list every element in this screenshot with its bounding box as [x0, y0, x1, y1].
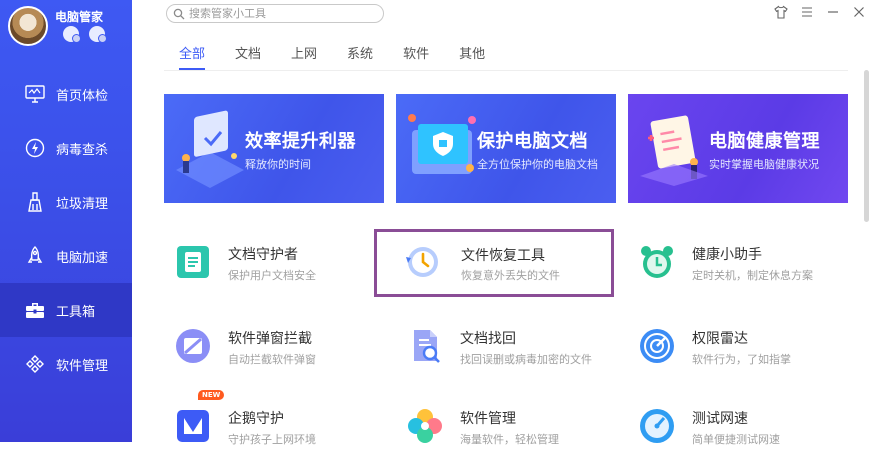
sidebar-item-label: 病毒查杀	[56, 142, 109, 158]
sidebar-item-junk-clean[interactable]: 垃圾清理	[0, 175, 132, 229]
tool-desc: 海量软件，轻松管理	[460, 433, 559, 446]
monitor-icon	[24, 83, 46, 105]
sidebar-item-toolbox[interactable]: 工具箱	[0, 283, 132, 337]
tab-other[interactable]: 其他	[459, 43, 485, 70]
search-box[interactable]	[166, 4, 384, 23]
radar-icon	[638, 327, 676, 365]
account-badges	[63, 26, 107, 43]
close-button[interactable]	[850, 2, 868, 22]
tool-desc: 守护孩子上网环境	[228, 433, 316, 446]
sidebar-item-label: 软件管理	[56, 358, 109, 374]
search-icon	[173, 8, 185, 19]
lightning-shield-icon	[24, 137, 46, 159]
penguin-shield-icon	[174, 407, 212, 445]
tab-software[interactable]: 软件	[403, 43, 429, 70]
document-protect-illustration-icon	[408, 114, 476, 174]
document-search-icon	[406, 327, 444, 365]
banner-title: 电脑健康管理	[709, 131, 820, 152]
tool-speed-test[interactable]: 测试网速 简单便捷测试网速	[628, 396, 856, 456]
software-grid-icon	[24, 353, 46, 375]
search-input[interactable]	[189, 7, 379, 20]
banner-title: 保护电脑文档	[477, 131, 588, 152]
alarm-clock-icon	[638, 243, 676, 281]
broom-icon	[24, 191, 46, 213]
banner-subtitle: 实时掌握电脑健康状况	[709, 158, 819, 171]
menu-button[interactable]	[798, 2, 816, 22]
tool-name: 软件弹窗拦截	[228, 331, 312, 347]
sidebar-item-home-check[interactable]: 首页体检	[0, 67, 132, 121]
tool-software-manager[interactable]: 软件管理 海量软件，轻松管理	[396, 396, 624, 456]
tool-file-restore[interactable]: 文件恢复工具 恢复意外丢失的文件	[374, 229, 614, 297]
avatar[interactable]	[8, 6, 48, 46]
banner-title: 效率提升利器	[245, 131, 356, 152]
tool-permission-radar[interactable]: 权限雷达 软件行为，了如指掌	[628, 316, 856, 376]
brand: 电脑管家	[8, 6, 132, 46]
speedometer-icon	[638, 407, 676, 445]
tool-popup-block[interactable]: 软件弹窗拦截 自动拦截软件弹窗	[164, 316, 392, 376]
health-illustration-icon	[640, 115, 708, 186]
banner-subtitle: 释放你的时间	[245, 158, 311, 171]
minimize-icon	[828, 11, 838, 13]
sidebar-item-label: 电脑加速	[56, 250, 109, 266]
close-icon	[854, 7, 864, 17]
tool-desc: 软件行为，了如指掌	[692, 353, 791, 366]
menu-icon	[802, 7, 812, 17]
tool-name: 测试网速	[692, 411, 748, 427]
tool-desc: 定时关机，制定休息方案	[692, 269, 813, 282]
tool-desc: 找回误删或病毒加密的文件	[460, 353, 592, 366]
sidebar-item-label: 首页体检	[56, 88, 109, 104]
tab-system[interactable]: 系统	[347, 43, 373, 70]
skin-button[interactable]	[772, 2, 790, 22]
sidebar-item-label: 垃圾清理	[56, 196, 109, 212]
tab-all[interactable]: 全部	[179, 43, 206, 70]
banner-health[interactable]: 电脑健康管理 实时掌握电脑健康状况	[628, 94, 848, 203]
tool-desc: 保护用户文档安全	[228, 269, 316, 282]
sidebar-nav: 首页体检 病毒查杀 垃圾清理 电脑加速 工具箱 软件管理	[0, 67, 132, 391]
category-tabs: 全部 文档 上网 系统 软件 其他	[179, 43, 515, 70]
tool-document-recovery[interactable]: 文档找回 找回误删或病毒加密的文件	[396, 316, 624, 376]
tool-name: 软件管理	[460, 411, 516, 427]
tab-documents[interactable]: 文档	[235, 43, 261, 70]
banner-protect-docs[interactable]: 保护电脑文档 全方位保护你的电脑文档	[396, 94, 616, 203]
tool-desc: 恢复意外丢失的文件	[461, 269, 560, 282]
banner-subtitle: 全方位保护你的电脑文档	[477, 158, 598, 171]
banner-efficiency[interactable]: 效率提升利器 释放你的时间	[164, 94, 384, 203]
scrollbar[interactable]	[864, 70, 869, 222]
popup-block-icon	[174, 327, 212, 365]
tool-name: 企鹅守护	[228, 411, 284, 427]
rocket-icon	[24, 245, 46, 267]
efficiency-illustration-icon	[176, 110, 244, 188]
clover-icon	[406, 407, 444, 445]
file-restore-clock-icon	[403, 243, 441, 281]
sidebar: 电脑管家 首页体检 病毒查杀 垃圾清理 电脑加速 工具箱 软件管理	[0, 0, 132, 442]
tool-desc: 简单便捷测试网速	[692, 433, 780, 446]
tool-name: 文件恢复工具	[461, 248, 545, 264]
level-badge-icon[interactable]	[89, 26, 107, 43]
window-controls	[772, 2, 868, 22]
tool-name: 文档找回	[460, 331, 516, 347]
tool-desc: 自动拦截软件弹窗	[228, 353, 316, 366]
tab-internet[interactable]: 上网	[291, 43, 317, 70]
app-name: 电脑管家	[55, 10, 104, 24]
document-guard-icon	[174, 243, 212, 281]
toolbox-icon	[24, 299, 46, 321]
tool-name: 健康小助手	[692, 247, 762, 263]
sidebar-item-speedup[interactable]: 电脑加速	[0, 229, 132, 283]
tool-name: 权限雷达	[692, 331, 748, 347]
tshirt-icon	[774, 5, 788, 19]
tool-penguin-guard[interactable]: NEW 企鹅守护 守护孩子上网环境	[164, 390, 392, 456]
tabs-divider	[164, 70, 848, 71]
tool-name: 文档守护者	[228, 247, 298, 263]
sidebar-item-label: 工具箱	[56, 304, 96, 320]
minimize-button[interactable]	[824, 2, 842, 22]
tool-document-guard[interactable]: 文档守护者 保护用户文档安全	[164, 232, 392, 292]
sidebar-item-software[interactable]: 软件管理	[0, 337, 132, 391]
sidebar-item-virus-scan[interactable]: 病毒查杀	[0, 121, 132, 175]
vip-badge-icon[interactable]	[63, 26, 81, 43]
new-badge: NEW	[198, 390, 225, 400]
tool-health-assistant[interactable]: 健康小助手 定时关机，制定休息方案	[628, 232, 856, 292]
